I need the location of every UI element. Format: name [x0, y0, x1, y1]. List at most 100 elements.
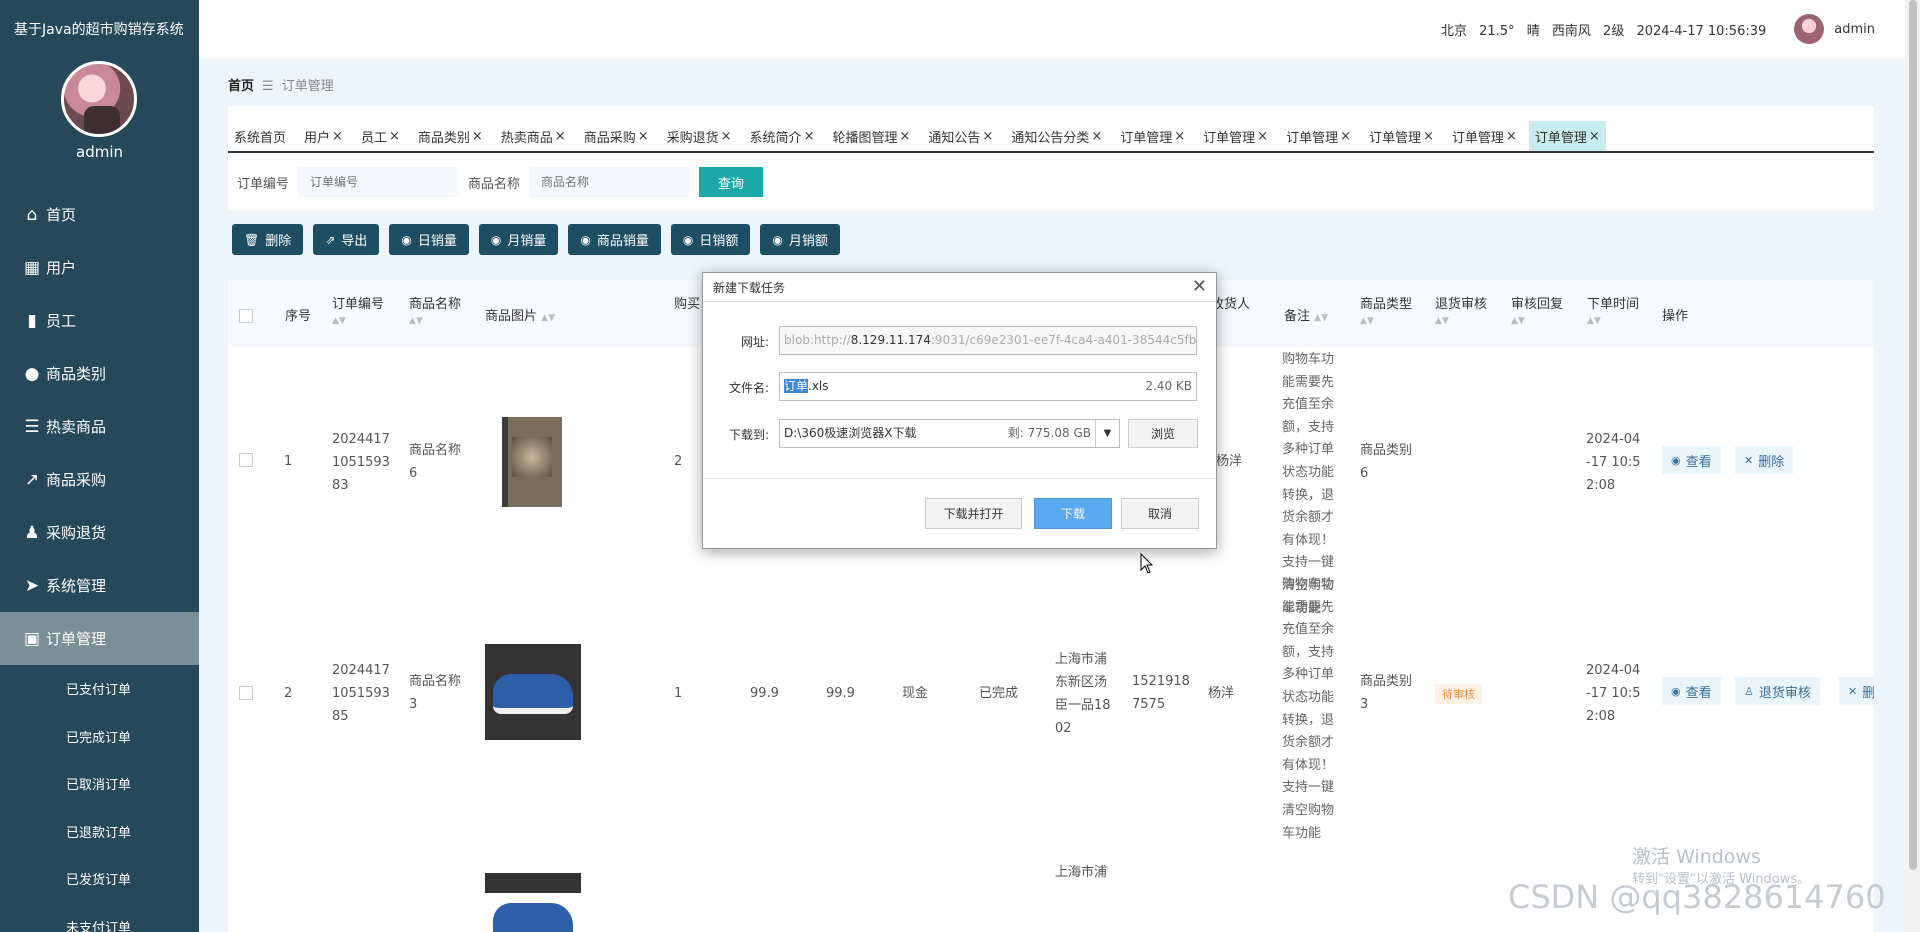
- header-order-time[interactable]: 下单时间 ▲▼: [1587, 293, 1639, 326]
- download-button[interactable]: 下载: [1034, 498, 1112, 529]
- close-icon[interactable]: ×: [721, 129, 732, 144]
- product-sales-button[interactable]: ◉ 商品销量: [568, 224, 661, 255]
- sidebar-item-home[interactable]: ⌂ 首页: [0, 188, 199, 241]
- tab-10[interactable]: 通知公告分类 ×: [1005, 121, 1108, 151]
- url-field[interactable]: blob:http://8.129.11.174:9031/c69e2301-e…: [779, 326, 1197, 355]
- sort-icon[interactable]: ▲▼: [1435, 316, 1487, 326]
- tab-4[interactable]: 热卖商品 ×: [495, 121, 572, 151]
- topbar-user-name[interactable]: admin: [1834, 22, 1875, 37]
- tab-3[interactable]: 商品类别 ×: [412, 121, 489, 151]
- sort-icon[interactable]: ▲▼: [409, 316, 461, 326]
- header-refund-review[interactable]: 退货审核 ▲▼: [1435, 293, 1487, 326]
- delete-row-button[interactable]: ✕ 删: [1839, 677, 1874, 705]
- header-qty[interactable]: 购买: [674, 293, 700, 312]
- sidebar-sub-completed[interactable]: 已完成订单: [0, 713, 199, 761]
- close-icon[interactable]: ×: [472, 129, 483, 144]
- close-icon[interactable]: ×: [555, 129, 566, 144]
- sort-icon[interactable]: ▲▼: [1587, 316, 1639, 326]
- header-order-no[interactable]: 订单编号 ▲▼: [332, 293, 384, 326]
- sidebar-sub-refunded[interactable]: 已退款订单: [0, 808, 199, 856]
- avatar[interactable]: [61, 61, 137, 137]
- sidebar-item-staff[interactable]: ▮ 员工: [0, 294, 199, 347]
- sidebar-sub-shipped[interactable]: 已发货订单: [0, 855, 199, 903]
- header-category[interactable]: 商品类型 ▲▼: [1360, 293, 1412, 326]
- tab-6[interactable]: 采购退货 ×: [661, 121, 738, 151]
- header-image[interactable]: 商品图片 ▲▼: [485, 305, 555, 324]
- header-remark[interactable]: 备注 ▲▼: [1284, 305, 1328, 324]
- delete-row-button[interactable]: ✕ 删除: [1735, 446, 1794, 474]
- daily-revenue-button[interactable]: ◉ 日销额: [670, 224, 751, 255]
- tab-0[interactable]: 系统首页: [228, 121, 292, 151]
- cancel-button[interactable]: 取消: [1121, 498, 1199, 529]
- product-name-input[interactable]: [529, 167, 690, 197]
- header-review-reply[interactable]: 审核回复 ▲▼: [1511, 293, 1563, 326]
- tab-5[interactable]: 商品采购 ×: [578, 121, 655, 151]
- sidebar-item-system[interactable]: ➤ 系统管理: [0, 559, 199, 612]
- close-icon[interactable]: ×: [899, 129, 910, 144]
- select-all-checkbox[interactable]: [239, 309, 253, 323]
- monthly-sales-volume-button[interactable]: ◉ 月销量: [478, 224, 559, 255]
- sidebar-item-users[interactable]: ▦ 用户: [0, 241, 199, 294]
- sidebar-item-orders[interactable]: ▣ 订单管理: [0, 612, 199, 665]
- avatar[interactable]: [1794, 14, 1825, 44]
- close-icon[interactable]: ×: [1589, 129, 1600, 144]
- daily-sales-volume-button[interactable]: ◉ 日销量: [389, 224, 469, 255]
- table-row[interactable]: 2 2024417 1051593 85 商品名称 3 1 99.9 99.9 现金 …: [228, 577, 1874, 869]
- tab-13[interactable]: 订单管理 ×: [1280, 121, 1357, 151]
- product-image[interactable]: [485, 873, 581, 932]
- chevron-down-icon[interactable]: ▼: [1095, 420, 1119, 447]
- tab-14[interactable]: 订单管理 ×: [1363, 121, 1440, 151]
- download-open-button[interactable]: 下载并打开: [925, 498, 1022, 529]
- sort-icon[interactable]: ▲▼: [1314, 313, 1328, 323]
- tab-9[interactable]: 通知公告 ×: [922, 121, 999, 151]
- tab-15[interactable]: 订单管理 ×: [1446, 121, 1523, 151]
- browse-button[interactable]: 浏览: [1128, 419, 1198, 448]
- delete-button[interactable]: 🗑 删除: [232, 224, 304, 255]
- sidebar-sub-unpaid[interactable]: 未支付订单: [0, 903, 199, 932]
- tab-11[interactable]: 订单管理 ×: [1114, 121, 1191, 151]
- close-icon[interactable]: ×: [1506, 129, 1517, 144]
- view-button[interactable]: ◉ 查看: [1662, 677, 1721, 705]
- page-scrollbar[interactable]: [1905, 0, 1920, 932]
- saveto-field[interactable]: D:\360极速浏览器X下载 剩: 775.08 GB ▼: [779, 419, 1120, 448]
- sidebar-item-return[interactable]: ♟ 采购退货: [0, 506, 199, 559]
- product-image[interactable]: [502, 417, 562, 507]
- view-button[interactable]: ◉ 查看: [1662, 446, 1721, 474]
- scrollbar-thumb[interactable]: [1909, 0, 1917, 870]
- close-icon[interactable]: ×: [1423, 129, 1434, 144]
- breadcrumb-home[interactable]: 首页: [228, 79, 254, 94]
- tab-1[interactable]: 用户 ×: [298, 121, 349, 151]
- order-no-input[interactable]: [298, 167, 459, 197]
- refund-review-button[interactable]: ♙ 退货审核: [1735, 677, 1820, 705]
- sidebar-item-category[interactable]: ● 商品类别: [0, 347, 199, 400]
- close-icon[interactable]: ×: [1091, 129, 1102, 144]
- close-icon[interactable]: ×: [389, 129, 400, 144]
- close-icon[interactable]: ×: [1340, 129, 1351, 144]
- sort-icon[interactable]: ▲▼: [1511, 316, 1563, 326]
- monthly-revenue-button[interactable]: ◉ 月销额: [760, 224, 840, 255]
- sort-icon[interactable]: ▲▼: [1360, 316, 1412, 326]
- close-icon[interactable]: ✕: [1192, 276, 1207, 297]
- tab-8[interactable]: 轮播图管理 ×: [826, 121, 916, 151]
- close-icon[interactable]: ×: [1257, 129, 1268, 144]
- header-product-name[interactable]: 商品名称 ▲▼: [409, 293, 461, 326]
- tab-2[interactable]: 员工 ×: [355, 121, 406, 151]
- close-icon[interactable]: ×: [332, 129, 343, 144]
- sort-icon[interactable]: ▲▼: [541, 313, 555, 323]
- close-icon[interactable]: ×: [638, 129, 649, 144]
- tab-16[interactable]: 订单管理 ×: [1528, 121, 1606, 151]
- export-button[interactable]: ⇗ 导出: [313, 224, 380, 255]
- query-button[interactable]: 查询: [699, 167, 764, 197]
- close-icon[interactable]: ×: [804, 129, 815, 144]
- close-icon[interactable]: ×: [982, 129, 993, 144]
- sidebar-sub-cancelled[interactable]: 已取消订单: [0, 760, 199, 808]
- tab-7[interactable]: 系统简介 ×: [744, 121, 821, 151]
- row-checkbox[interactable]: [239, 453, 253, 467]
- sidebar-item-hot[interactable]: ☰ 热卖商品: [0, 400, 199, 453]
- close-icon[interactable]: ×: [1174, 129, 1185, 144]
- row-checkbox[interactable]: [239, 686, 253, 700]
- tab-12[interactable]: 订单管理 ×: [1197, 121, 1274, 151]
- product-image[interactable]: [485, 644, 581, 740]
- filename-field[interactable]: 订单.xls 2.40 KB: [779, 372, 1197, 401]
- sort-icon[interactable]: ▲▼: [332, 316, 384, 326]
